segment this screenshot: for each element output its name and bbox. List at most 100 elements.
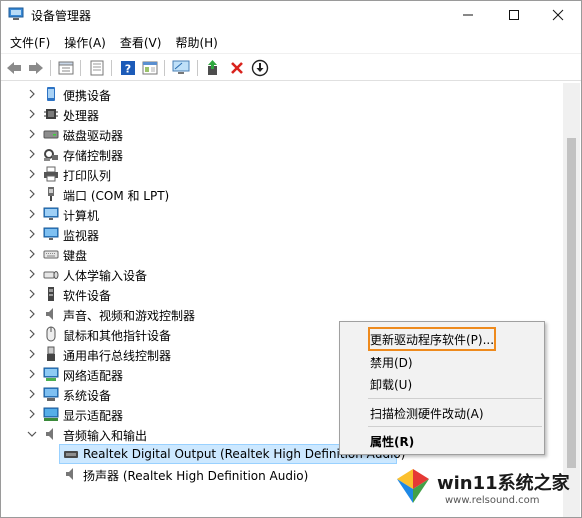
properties-button[interactable]: [140, 58, 160, 78]
chevron-right-icon[interactable]: [26, 128, 38, 140]
menu-separator: [368, 426, 542, 427]
display-adapter-icon: [43, 407, 59, 421]
uninstall-button[interactable]: [227, 58, 247, 78]
chevron-down-icon[interactable]: [26, 428, 38, 440]
monitor-icon: [43, 227, 59, 240]
system-device-icon: [43, 387, 59, 401]
disable-button[interactable]: [250, 58, 270, 78]
update-driver-button[interactable]: [203, 58, 223, 78]
title-bar: 设备管理器: [1, 1, 581, 29]
chevron-right-icon[interactable]: [26, 288, 38, 300]
printer-icon: [44, 166, 58, 182]
toolbar-separator: [197, 60, 198, 76]
chevron-right-icon[interactable]: [26, 228, 38, 240]
minimize-button[interactable]: [445, 1, 491, 29]
menu-item-disable[interactable]: 禁用(D): [370, 354, 413, 371]
watermark-logo-icon: [397, 469, 429, 503]
toolbar-separator: [50, 60, 51, 76]
maximize-icon: [509, 10, 519, 20]
computer-icon: [43, 207, 59, 220]
properties-view-icon: [58, 61, 74, 75]
tree-item-processors[interactable]: 处理器: [1, 104, 561, 124]
menu-item-properties[interactable]: 属性(R): [370, 433, 414, 450]
context-menu: 更新驱动程序软件(P)... 禁用(D) 卸载(U) 扫描检测硬件改动(A) 属…: [339, 321, 545, 455]
tree-item-portable-devices[interactable]: 便携设备: [1, 84, 561, 104]
tree-item-label: 显示适配器: [63, 409, 124, 423]
scan-hardware-button[interactable]: [171, 58, 191, 78]
window-title: 设备管理器: [31, 9, 92, 23]
menu-item-uninstall[interactable]: 卸载(U): [370, 376, 412, 393]
menu-view[interactable]: 查看(V): [115, 31, 167, 53]
scrollbar-thumb[interactable]: [567, 138, 576, 468]
tree-item-label: 端口 (COM 和 LPT): [63, 189, 170, 203]
back-button[interactable]: [4, 58, 24, 78]
tree-item-computer[interactable]: 计算机: [1, 204, 561, 224]
tree-item-label: 计算机: [63, 209, 100, 223]
chevron-right-icon[interactable]: [26, 408, 38, 420]
toolbar-separator: [80, 60, 81, 76]
chevron-right-icon[interactable]: [26, 248, 38, 260]
tree-item-label: 鼠标和其他指针设备: [63, 329, 172, 343]
chevron-right-icon[interactable]: [26, 88, 38, 100]
tree-item-label: 通用串行总线控制器: [63, 349, 172, 363]
tree-item-software-devices[interactable]: 软件设备: [1, 284, 561, 304]
show-hidden-button[interactable]: [87, 58, 107, 78]
chevron-right-icon[interactable]: [26, 368, 38, 380]
uninstall-x-icon: [231, 62, 243, 74]
storage-controller-icon: [44, 149, 58, 161]
tree-item-label: 存储控制器: [63, 149, 124, 163]
minimize-icon: [463, 14, 473, 16]
menu-file[interactable]: 文件(F): [5, 31, 55, 53]
tree-item-label: 监视器: [63, 229, 100, 243]
chevron-right-icon[interactable]: [26, 348, 38, 360]
network-adapter-icon: [43, 367, 59, 381]
audio-io-icon: [46, 428, 53, 440]
tree-item-keyboards[interactable]: 键盘: [1, 244, 561, 264]
tree-item-label: 键盘: [63, 249, 88, 263]
tree-item-hid[interactable]: 人体学输入设备: [1, 264, 561, 284]
tree-item-label: 网络适配器: [63, 369, 124, 383]
chevron-right-icon[interactable]: [26, 328, 38, 340]
menu-item-scan-hardware[interactable]: 扫描检测硬件改动(A): [370, 405, 484, 422]
port-icon: [48, 187, 54, 201]
menu-help[interactable]: 帮助(H): [170, 31, 222, 53]
chevron-right-icon[interactable]: [26, 388, 38, 400]
forward-arrow-icon: [29, 62, 43, 74]
tree-item-print-queues[interactable]: 打印队列: [1, 164, 561, 184]
chevron-right-icon[interactable]: [26, 108, 38, 120]
watermark-url: www.relsound.com: [445, 495, 540, 506]
tree-item-ports[interactable]: 端口 (COM 和 LPT): [1, 184, 561, 204]
tree-item-label: 音频输入和输出: [63, 429, 148, 443]
chevron-right-icon[interactable]: [26, 208, 38, 220]
watermark: win11系统之家 www.relsound.com: [393, 463, 579, 515]
monitor-scan-icon: [172, 60, 190, 74]
update-driver-icon: [208, 60, 217, 75]
menu-item-update-driver[interactable]: 更新驱动程序软件(P)...: [370, 331, 494, 348]
forward-button[interactable]: [26, 58, 46, 78]
tree-item-disk-drives[interactable]: 磁盘驱动器: [1, 124, 561, 144]
menu-action[interactable]: 操作(A): [59, 31, 111, 53]
mouse-icon: [46, 326, 56, 342]
usb-icon: [47, 346, 55, 361]
download-disable-icon: [251, 59, 269, 77]
device-manager-window: 设备管理器 文件(F) 操作(A) 查看(V) 帮助(H) ? 便携设备 处理器…: [0, 0, 582, 518]
chevron-right-icon[interactable]: [26, 188, 38, 200]
maximize-button[interactable]: [491, 1, 537, 29]
tree-item-monitors[interactable]: 监视器: [1, 224, 561, 244]
vertical-scrollbar[interactable]: [563, 83, 580, 517]
portable-device-icon: [47, 87, 55, 101]
svg-text:?: ?: [125, 63, 131, 76]
properties-view-button[interactable]: [56, 58, 76, 78]
toolbar-separator: [164, 60, 165, 76]
tree-item-label: 声音、视频和游戏控制器: [63, 309, 196, 323]
chevron-right-icon[interactable]: [26, 308, 38, 320]
chevron-right-icon[interactable]: [26, 268, 38, 280]
close-button[interactable]: [535, 1, 581, 29]
help-button[interactable]: ?: [118, 58, 138, 78]
sound-icon: [46, 308, 53, 320]
keyboard-icon: [43, 250, 59, 259]
chevron-right-icon[interactable]: [26, 168, 38, 180]
chevron-right-icon[interactable]: [26, 148, 38, 160]
tree-item-storage-controllers[interactable]: 存储控制器: [1, 144, 561, 164]
tree-item-label: 处理器: [63, 109, 100, 123]
